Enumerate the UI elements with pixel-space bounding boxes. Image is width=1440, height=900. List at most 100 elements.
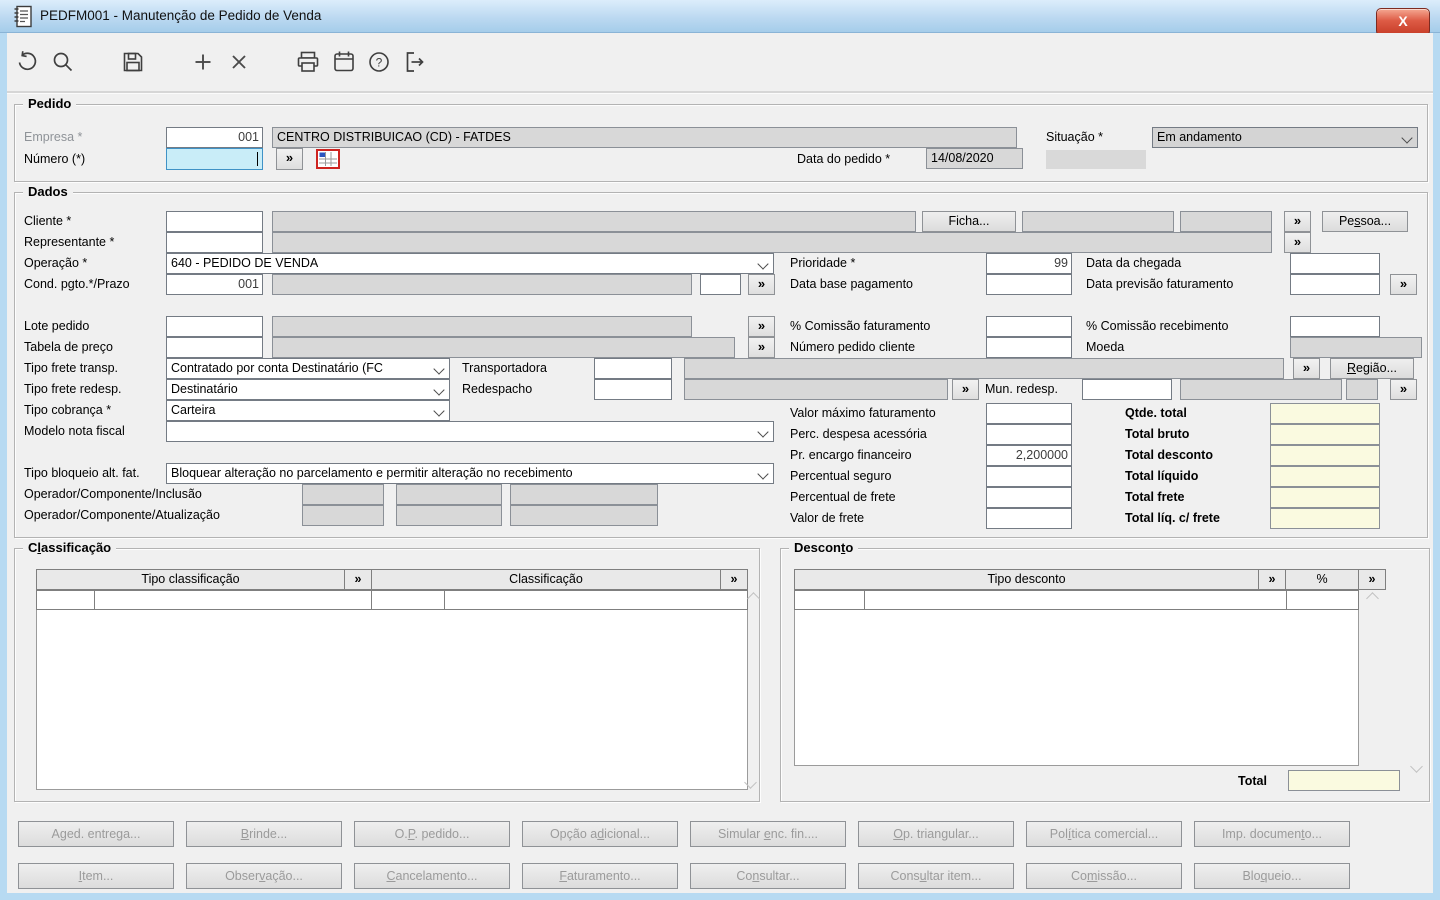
regiao-button[interactable]: Região...	[1330, 358, 1414, 379]
lote-pedido-lookup-button[interactable]: »	[748, 316, 775, 337]
comissao-fat-input[interactable]	[986, 316, 1072, 337]
transportadora-label: Transportadora	[462, 361, 547, 375]
cond-pgto-input[interactable]: 001	[166, 274, 263, 295]
consultar-button[interactable]: Consultar...	[690, 863, 846, 889]
tipo-cobranca-select[interactable]: Carteira	[166, 400, 450, 421]
cancel-icon[interactable]	[226, 49, 252, 75]
perc-despesa-label: Perc. despesa acessória	[790, 427, 927, 441]
exit-icon[interactable]	[402, 49, 428, 75]
valor-maximo-label: Valor máximo faturamento	[790, 406, 936, 420]
search-icon[interactable]	[50, 49, 76, 75]
data-previsao-label: Data previsão faturamento	[1086, 277, 1234, 291]
tabela-preco-input[interactable]	[166, 337, 263, 358]
num-pedido-cliente-input[interactable]	[986, 337, 1072, 358]
classificacao-col1-lookup[interactable]: »	[344, 569, 372, 590]
moeda-label: Moeda	[1086, 340, 1125, 354]
representante-lookup-button[interactable]: »	[1284, 232, 1311, 253]
perc-despesa-input[interactable]	[986, 424, 1072, 445]
classificacao-cell-1[interactable]	[36, 590, 95, 610]
brinde-button[interactable]: Brinde...	[186, 821, 342, 847]
cond-pgto-lookup-button[interactable]: »	[748, 274, 775, 295]
desconto-col1-lookup[interactable]: »	[1258, 569, 1286, 590]
consultar-item-button[interactable]: Consultar item...	[858, 863, 1014, 889]
cancelamento-button[interactable]: Cancelamento...	[354, 863, 510, 889]
tipo-bloqueio-select[interactable]: Bloquear alteração no parcelamento e per…	[166, 463, 774, 484]
representante-code-input[interactable]	[166, 232, 263, 253]
classificacao-col2-lookup[interactable]: »	[720, 569, 748, 590]
perc-seguro-label: Percentual seguro	[790, 469, 892, 483]
desconto-cell-1[interactable]	[794, 590, 865, 610]
help-icon[interactable]: ?	[366, 49, 392, 75]
chevron-down-icon	[757, 426, 769, 438]
save-icon[interactable]	[120, 49, 146, 75]
classificacao-cell-2[interactable]	[94, 590, 372, 610]
classificacao-cell-4[interactable]	[444, 590, 748, 610]
redespacho-input[interactable]	[594, 379, 672, 400]
close-button[interactable]: X	[1376, 8, 1430, 36]
prioridade-input[interactable]: 99	[986, 253, 1072, 274]
operacao-select[interactable]: 640 - PEDIDO DE VENDA	[166, 253, 774, 274]
classificacao-cell-3[interactable]	[371, 590, 445, 610]
window-title: PEDFM001 - Manutenção de Pedido de Venda	[40, 8, 322, 23]
lote-pedido-input[interactable]	[166, 316, 263, 337]
transportadora-input[interactable]	[594, 358, 672, 379]
document-icon	[13, 5, 33, 28]
chevron-down-icon	[757, 258, 769, 270]
data-previsao-input[interactable]	[1290, 274, 1380, 295]
valor-maximo-input[interactable]	[986, 403, 1072, 424]
simular-enc-fin-button[interactable]: Simular enc. fin....	[690, 821, 846, 847]
item-button[interactable]: Item...	[18, 863, 174, 889]
print-icon[interactable]	[295, 49, 321, 75]
mun-redesp-lookup-button[interactable]: »	[1390, 379, 1417, 400]
modelo-nf-select[interactable]	[166, 421, 774, 442]
observacao-button[interactable]: Observação...	[186, 863, 342, 889]
cliente-lookup-button[interactable]: »	[1284, 211, 1311, 232]
pessoa-button[interactable]: Pessoa...	[1322, 211, 1408, 232]
situacao-select[interactable]: Em andamento	[1152, 127, 1418, 148]
situacao-label: Situação *	[1046, 130, 1103, 144]
calendar-icon[interactable]	[331, 49, 357, 75]
desconto-col2-lookup[interactable]: »	[1358, 569, 1386, 590]
perc-frete-input[interactable]	[986, 487, 1072, 508]
mun-redesp-input[interactable]	[1082, 379, 1172, 400]
add-icon[interactable]	[190, 49, 216, 75]
numero-lookup-button[interactable]: »	[276, 148, 303, 170]
imp-documento-button[interactable]: Imp. documento...	[1194, 821, 1350, 847]
operador-inclusao-field-1	[302, 484, 384, 505]
tabela-preco-lookup-button[interactable]: »	[748, 337, 775, 358]
comissao-button[interactable]: Comissão...	[1026, 863, 1182, 889]
browse-grid-icon[interactable]	[316, 149, 340, 169]
perc-seguro-input[interactable]	[986, 466, 1072, 487]
valor-frete-label: Valor de frete	[790, 511, 865, 525]
tipo-frete-transp-select[interactable]: Contratado por conta Destinatário (FC	[166, 358, 450, 379]
operador-atualizacao-field-2	[396, 505, 502, 526]
redespacho-lookup-button[interactable]: »	[952, 379, 979, 400]
qtde-total-field	[1270, 403, 1380, 424]
valor-frete-input[interactable]	[986, 508, 1072, 529]
data-chegada-input[interactable]	[1290, 253, 1380, 274]
op-pedido-button[interactable]: O.P. pedido...	[354, 821, 510, 847]
prazo-input[interactable]	[700, 274, 741, 295]
transportadora-lookup-button[interactable]: »	[1293, 358, 1320, 379]
ficha-button[interactable]: Ficha...	[922, 211, 1016, 232]
tipo-frete-redesp-select[interactable]: Destinatário	[166, 379, 450, 400]
bloqueio-button[interactable]: Bloqueio...	[1194, 863, 1350, 889]
tipo-frete-redesp-label: Tipo frete redesp.	[24, 382, 122, 396]
comissao-rec-input[interactable]	[1290, 316, 1380, 337]
pr-encargo-input[interactable]: 2,200000	[986, 445, 1072, 466]
numero-input[interactable]	[166, 148, 263, 170]
opcao-adicional-button[interactable]: Opção adicional...	[522, 821, 678, 847]
empresa-code-field[interactable]: 001	[166, 127, 263, 148]
op-triangular-button[interactable]: Op. triangular...	[858, 821, 1014, 847]
undo-icon[interactable]	[14, 49, 40, 75]
faturamento-button[interactable]: Faturamento...	[522, 863, 678, 889]
desconto-cell-3[interactable]	[1286, 590, 1359, 610]
data-base-input[interactable]	[986, 274, 1072, 295]
politica-comercial-button[interactable]: Política comercial...	[1026, 821, 1182, 847]
moeda-field	[1290, 337, 1422, 358]
data-chegada-label: Data da chegada	[1086, 256, 1182, 270]
cliente-code-input[interactable]	[166, 211, 263, 232]
aged-entrega-button[interactable]: Aged. entrega...	[18, 821, 174, 847]
desconto-cell-2[interactable]	[864, 590, 1287, 610]
data-previsao-lookup-button[interactable]: »	[1390, 274, 1417, 295]
